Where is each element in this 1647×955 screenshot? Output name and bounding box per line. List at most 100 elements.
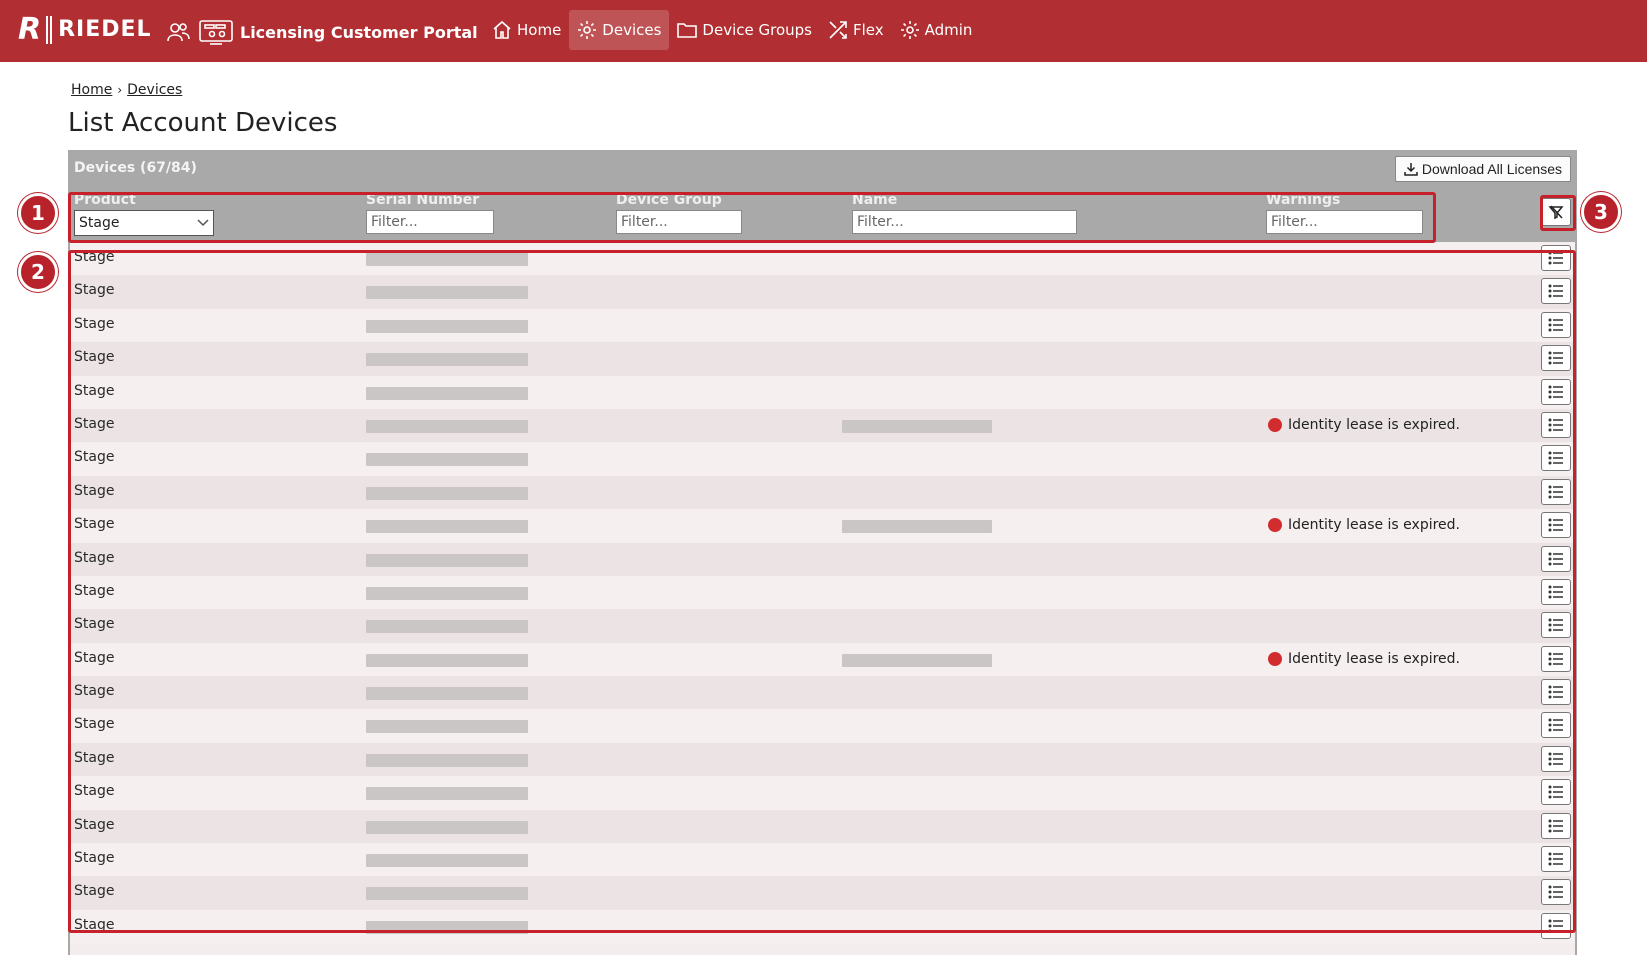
column-header-name[interactable]: Name (852, 192, 897, 208)
download-all-licenses-label: Download All Licenses (1421, 161, 1562, 177)
table-row[interactable]: Stage (70, 809, 1575, 844)
row-product: Stage (74, 749, 115, 766)
row-details-button[interactable] (1541, 912, 1571, 939)
table-row[interactable]: Stage (70, 676, 1575, 710)
table-row[interactable]: Stage (70, 843, 1575, 877)
list-icon (1548, 718, 1563, 732)
row-details-button[interactable] (1541, 378, 1571, 405)
row-details-button[interactable] (1541, 846, 1571, 873)
row-details-button[interactable] (1541, 779, 1571, 806)
table-row[interactable]: Stage (70, 442, 1575, 476)
row-product: Stage (74, 816, 115, 833)
row-details-button[interactable] (1541, 578, 1571, 605)
device-group-filter-input[interactable] (616, 210, 742, 234)
table-row[interactable]: Stage (70, 609, 1575, 643)
row-details-button[interactable] (1541, 645, 1571, 672)
row-warning: Identity lease is expired. (1268, 517, 1460, 533)
row-details-button[interactable] (1541, 612, 1571, 639)
list-icon (1548, 919, 1563, 933)
row-details-button[interactable] (1541, 278, 1571, 305)
redacted-serial-number (366, 353, 528, 367)
table-row[interactable]: Stage Identity lease is expired. (70, 509, 1575, 543)
row-product: Stage (74, 783, 115, 800)
column-header-device-group[interactable]: Device Group (616, 192, 722, 208)
table-row[interactable]: Stage (70, 342, 1575, 376)
row-product: Stage (74, 415, 115, 432)
nav-devices[interactable]: Devices (569, 10, 670, 50)
warnings-filter-input[interactable] (1266, 210, 1423, 234)
redacted-serial-number (366, 286, 528, 300)
table-row[interactable]: Stage (70, 308, 1575, 343)
row-details-button[interactable] (1541, 879, 1571, 906)
row-product: Stage (74, 616, 115, 633)
main-nav: Home Devices Device Groups Flex Admin (484, 10, 980, 50)
table-row[interactable]: Stage (70, 475, 1575, 510)
table-row[interactable]: Stage (70, 742, 1575, 777)
annotation-marker-1: 1 (18, 193, 58, 233)
nav-device-groups-label: Device Groups (702, 21, 812, 39)
table-row[interactable]: Stage (70, 909, 1575, 944)
list-icon (1548, 552, 1563, 566)
row-warning-text: Identity lease is expired. (1288, 517, 1461, 534)
license-device-icon (199, 20, 233, 45)
riedel-logo[interactable]: R RIEDEL (18, 12, 152, 47)
clear-filters-button[interactable] (1541, 198, 1571, 226)
row-details-button[interactable] (1541, 545, 1571, 572)
list-icon (1548, 852, 1563, 866)
table-row[interactable]: Stage (70, 575, 1575, 610)
portal-title[interactable]: Licensing Customer Portal (166, 18, 478, 46)
column-header-warnings[interactable]: Warnings (1266, 192, 1340, 208)
row-product: Stage (74, 482, 115, 499)
list-icon (1548, 284, 1563, 298)
breadcrumb-separator: › (117, 83, 123, 97)
table-row[interactable]: Stage Identity lease is expired. (70, 408, 1575, 443)
table-row[interactable]: Stage (70, 709, 1575, 743)
row-details-button[interactable] (1541, 345, 1571, 372)
row-details-button[interactable] (1541, 411, 1571, 438)
flex-icon (829, 21, 847, 39)
list-icon (1548, 885, 1563, 899)
name-filter-input[interactable] (852, 210, 1077, 234)
download-all-licenses-button[interactable]: Download All Licenses (1394, 156, 1571, 182)
list-icon (1548, 251, 1563, 265)
nav-home[interactable]: Home (484, 10, 569, 50)
filter-row: Product Serial Number Device Group Name … (70, 192, 1575, 242)
row-details-button[interactable] (1541, 745, 1571, 772)
row-details-button[interactable] (1541, 512, 1571, 539)
nav-device-groups[interactable]: Device Groups (669, 10, 820, 50)
breadcrumb-home[interactable]: Home (71, 82, 112, 98)
table-row[interactable]: Stage (70, 876, 1575, 910)
product-filter-value: Stage (79, 215, 120, 231)
table-row[interactable]: Stage Identity lease is expired. (70, 642, 1575, 677)
row-warning: Identity lease is expired. (1268, 651, 1460, 667)
product-filter-select[interactable]: Stage (74, 210, 214, 236)
redacted-serial-number (366, 419, 528, 433)
row-product: Stage (74, 549, 115, 566)
breadcrumb-devices[interactable]: Devices (127, 82, 182, 98)
table-row[interactable]: Stage (70, 542, 1575, 576)
nav-flex-label: Flex (852, 21, 884, 39)
column-header-product[interactable]: Product (74, 192, 136, 208)
row-details-button[interactable] (1541, 311, 1571, 338)
table-row[interactable]: Stage (70, 275, 1575, 309)
table-row[interactable]: Stage (70, 375, 1575, 409)
list-icon (1548, 351, 1563, 365)
row-details-button[interactable] (1541, 445, 1571, 472)
row-details-button[interactable] (1541, 679, 1571, 706)
row-warning: Identity lease is expired. (1268, 417, 1460, 433)
nav-admin[interactable]: Admin (892, 10, 981, 50)
row-details-button[interactable] (1541, 812, 1571, 839)
table-row[interactable]: Stage (70, 776, 1575, 810)
table-row[interactable]: Stage (70, 242, 1575, 276)
row-details-button[interactable] (1541, 245, 1571, 271)
column-header-serial-number[interactable]: Serial Number (366, 192, 479, 208)
row-product: Stage (74, 516, 115, 533)
nav-flex[interactable]: Flex (820, 10, 892, 50)
row-details-button[interactable] (1541, 712, 1571, 739)
row-product: Stage (74, 916, 115, 933)
row-warning-text: Identity lease is expired. (1288, 416, 1461, 433)
redacted-serial-number (366, 687, 528, 701)
serial-number-filter-input[interactable] (366, 210, 494, 234)
row-details-button[interactable] (1541, 478, 1571, 505)
nav-admin-label: Admin (924, 21, 973, 39)
